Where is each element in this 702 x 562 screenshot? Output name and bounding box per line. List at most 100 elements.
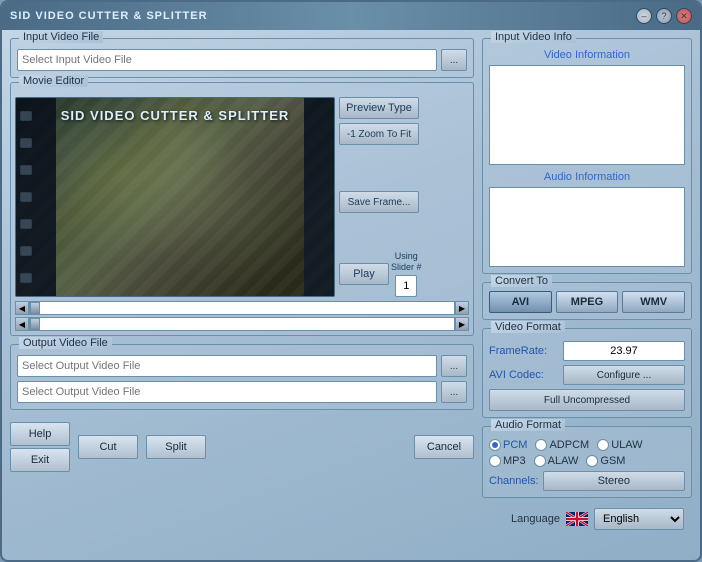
output-video-label: Output Video File — [19, 337, 112, 349]
minimize-button[interactable]: – — [636, 8, 652, 24]
video-format-group: Video Format FrameRate: 23.97 AVI Codec:… — [482, 328, 692, 418]
ulaw-label: ULAW — [611, 439, 642, 451]
stereo-button[interactable]: Stereo — [543, 471, 685, 491]
ulaw-radio[interactable] — [597, 439, 609, 451]
film-strip-left — [16, 98, 56, 296]
film-hole — [20, 192, 32, 202]
audio-format-label: Audio Format — [491, 419, 565, 431]
save-frame-button[interactable]: Save Frame... — [339, 191, 419, 213]
output-browse-button1[interactable]: ... — [441, 355, 467, 377]
configure-button[interactable]: Configure ... — [563, 365, 685, 385]
input-file-row: ... — [17, 49, 467, 71]
input-video-input[interactable] — [17, 49, 437, 71]
app-title: SID VIDEO CUTTER & SPLITTER — [10, 10, 208, 22]
help-title-button[interactable]: ? — [656, 8, 672, 24]
audio-row2: MP3 ALAW GSM — [489, 455, 685, 467]
movie-editor-inner: SID VIDEO CUTTER & SPLITTER Preview Type… — [15, 97, 469, 297]
slider-right-arrow1[interactable]: ▶ — [455, 301, 469, 315]
full-uncompressed-button[interactable]: Full Uncompressed — [489, 389, 685, 411]
cancel-button[interactable]: Cancel — [414, 435, 474, 459]
output-browse-button2[interactable]: ... — [441, 381, 467, 403]
film-diagonal — [16, 98, 334, 296]
mp3-radio-item[interactable]: MP3 — [489, 455, 526, 467]
movie-editor-group: Movie Editor — [10, 82, 474, 336]
input-video-info-group: Input Video Info Video Information Audio… — [482, 38, 692, 274]
language-select[interactable]: EnglishFrenchGermanSpanish — [594, 508, 684, 530]
alaw-radio[interactable] — [534, 455, 546, 467]
input-browse-button[interactable]: ... — [441, 49, 467, 71]
wmv-button[interactable]: WMV — [622, 291, 685, 313]
preview-title: SID VIDEO CUTTER & SPLITTER — [16, 108, 334, 123]
alaw-radio-item[interactable]: ALAW — [534, 455, 579, 467]
pcm-radio[interactable] — [489, 439, 501, 451]
video-info-box — [489, 65, 685, 165]
output-video-file-group: Output Video File ... ... — [10, 344, 474, 410]
slider-track1[interactable] — [29, 301, 455, 315]
film-hole — [20, 165, 32, 175]
left-col: Input Video File ... Movie Editor — [10, 38, 474, 534]
slider-number: 1 — [395, 275, 417, 297]
format-buttons-row: AVI MPEG WMV — [489, 291, 685, 313]
film-strip-right — [304, 98, 334, 296]
title-buttons: – ? ✕ — [636, 8, 692, 24]
slider-row1: ◀ ▶ — [15, 301, 469, 315]
split-button[interactable]: Split — [146, 435, 206, 459]
gsm-radio[interactable] — [586, 455, 598, 467]
convert-to-group: Convert To AVI MPEG WMV — [482, 282, 692, 320]
mp3-radio[interactable] — [489, 455, 501, 467]
output-video-input2[interactable] — [17, 381, 437, 403]
output-row1: ... — [17, 355, 467, 377]
top-row: Input Video File ... Movie Editor — [10, 38, 692, 534]
pcm-radio-item[interactable]: PCM — [489, 439, 527, 451]
language-bar: Language EnglishFrenchGermanSpanish — [482, 504, 692, 534]
video-info-group-label: Input Video Info — [491, 31, 576, 43]
gsm-radio-item[interactable]: GSM — [586, 455, 625, 467]
film-hole — [20, 138, 32, 148]
exit-button[interactable]: Exit — [10, 448, 70, 472]
slider-thumb1 — [30, 302, 40, 314]
movie-editor-label: Movie Editor — [19, 75, 88, 87]
audio-info-label: Audio Information — [489, 171, 685, 183]
right-controls-col: Preview Type -1 Zoom To Fit Save Frame..… — [339, 97, 422, 297]
right-col: Input Video Info Video Information Audio… — [482, 38, 692, 534]
channels-label: Channels: — [489, 475, 539, 487]
bottom-buttons: Help Exit Cut Split Cancel — [10, 418, 474, 476]
content-area: Input Video File ... Movie Editor — [2, 30, 700, 542]
preview-type-button[interactable]: Preview Type — [339, 97, 419, 119]
framerate-row: FrameRate: 23.97 — [489, 341, 685, 361]
title-bar: SID VIDEO CUTTER & SPLITTER – ? ✕ — [2, 2, 700, 30]
help-button[interactable]: Help — [10, 422, 70, 446]
framerate-label: FrameRate: — [489, 345, 559, 357]
video-info-label: Video Information — [489, 49, 685, 61]
mp3-label: MP3 — [503, 455, 526, 467]
using-slider-label: UsingSlider # — [391, 251, 422, 273]
adpcm-label: ADPCM — [549, 439, 589, 451]
play-using-row: Play UsingSlider # 1 — [339, 251, 422, 297]
video-preview: SID VIDEO CUTTER & SPLITTER — [15, 97, 335, 297]
adpcm-radio[interactable] — [535, 439, 547, 451]
codec-row: AVI Codec: Configure ... — [489, 365, 685, 385]
audio-info-box — [489, 187, 685, 267]
language-label: Language — [511, 513, 560, 525]
gsm-label: GSM — [600, 455, 625, 467]
close-button[interactable]: ✕ — [676, 8, 692, 24]
slider-row2: ◀ ▶ — [15, 317, 469, 331]
output-row2: ... — [17, 381, 467, 403]
slider-left-arrow2[interactable]: ◀ — [15, 317, 29, 331]
adpcm-radio-item[interactable]: ADPCM — [535, 439, 589, 451]
cut-button[interactable]: Cut — [78, 435, 138, 459]
ulaw-radio-item[interactable]: ULAW — [597, 439, 642, 451]
mpeg-button[interactable]: MPEG — [556, 291, 619, 313]
channels-row: Channels: Stereo — [489, 471, 685, 491]
film-hole — [20, 246, 32, 256]
play-button[interactable]: Play — [339, 263, 389, 285]
slider-left-arrow1[interactable]: ◀ — [15, 301, 29, 315]
help-exit-group: Help Exit — [10, 422, 70, 472]
zoom-to-fit-button[interactable]: -1 Zoom To Fit — [339, 123, 419, 145]
avi-button[interactable]: AVI — [489, 291, 552, 313]
slider-right-arrow2[interactable]: ▶ — [455, 317, 469, 331]
output-video-input1[interactable] — [17, 355, 437, 377]
slider-track2[interactable] — [29, 317, 455, 331]
input-video-label: Input Video File — [19, 31, 103, 43]
gb-flag-icon — [566, 512, 588, 526]
